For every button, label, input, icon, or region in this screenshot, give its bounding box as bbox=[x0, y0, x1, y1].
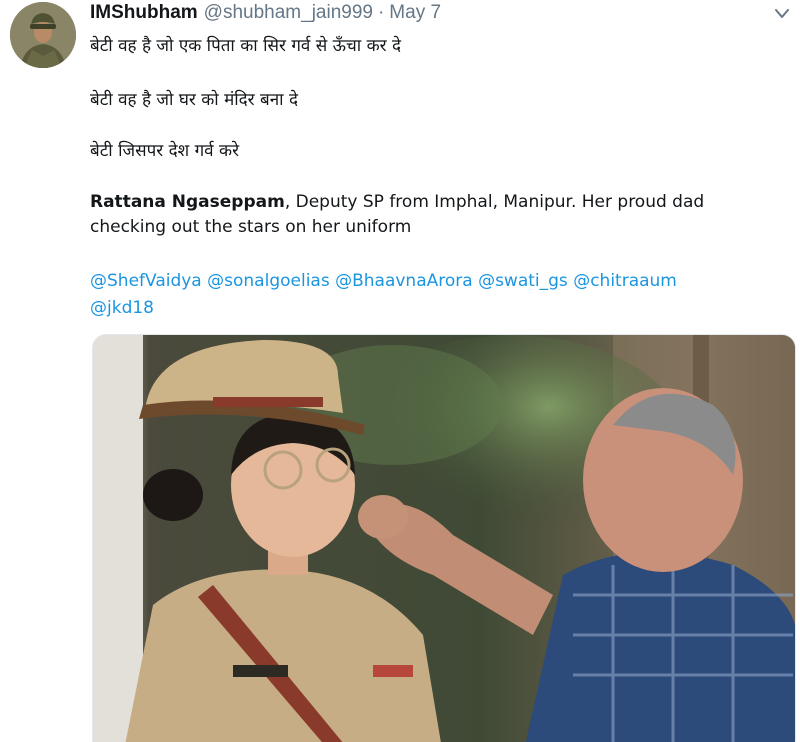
tweet-header: IMShubham @shubham_jain999 · May 7 bbox=[90, 2, 441, 28]
tweet-description: Rattana Ngaseppam, Deputy SP from Imphal… bbox=[90, 190, 780, 240]
tweet-text-line: बेटी जिसपर देश गर्व करे bbox=[90, 141, 240, 161]
bold-name: Rattana Ngaseppam bbox=[90, 192, 285, 212]
mention-link[interactable]: @jkd18 bbox=[90, 298, 154, 318]
display-name[interactable]: IMShubham bbox=[90, 2, 198, 24]
mention-link[interactable]: @ShefVaidya bbox=[90, 271, 202, 291]
separator-dot: · bbox=[377, 2, 385, 23]
chevron-down-icon[interactable] bbox=[772, 6, 792, 22]
mention-link[interactable]: @swati_gs bbox=[478, 271, 568, 291]
mention-link[interactable]: @sonalgoelias bbox=[207, 271, 330, 291]
mentions: @ShefVaidya @sonalgoelias @BhaavnaArora … bbox=[90, 268, 780, 322]
tweet-text-line: बेटी वह है जो घर को मंदिर बना दे bbox=[90, 90, 299, 110]
tweet-text-line: बेटी वह है जो एक पिता का सिर गर्व से ऊँच… bbox=[90, 36, 402, 56]
tweet-photo[interactable] bbox=[92, 334, 796, 742]
mention-link[interactable]: @chitraaum bbox=[573, 271, 677, 291]
avatar[interactable] bbox=[10, 2, 76, 68]
tweet-date[interactable]: May 7 bbox=[389, 2, 441, 24]
user-handle[interactable]: @shubham_jain999 bbox=[204, 2, 373, 24]
tweet-card[interactable]: IMShubham @shubham_jain999 · May 7 बेटी … bbox=[0, 0, 800, 742]
mention-link[interactable]: @BhaavnaArora bbox=[335, 271, 473, 291]
photo-illustration bbox=[93, 335, 795, 742]
